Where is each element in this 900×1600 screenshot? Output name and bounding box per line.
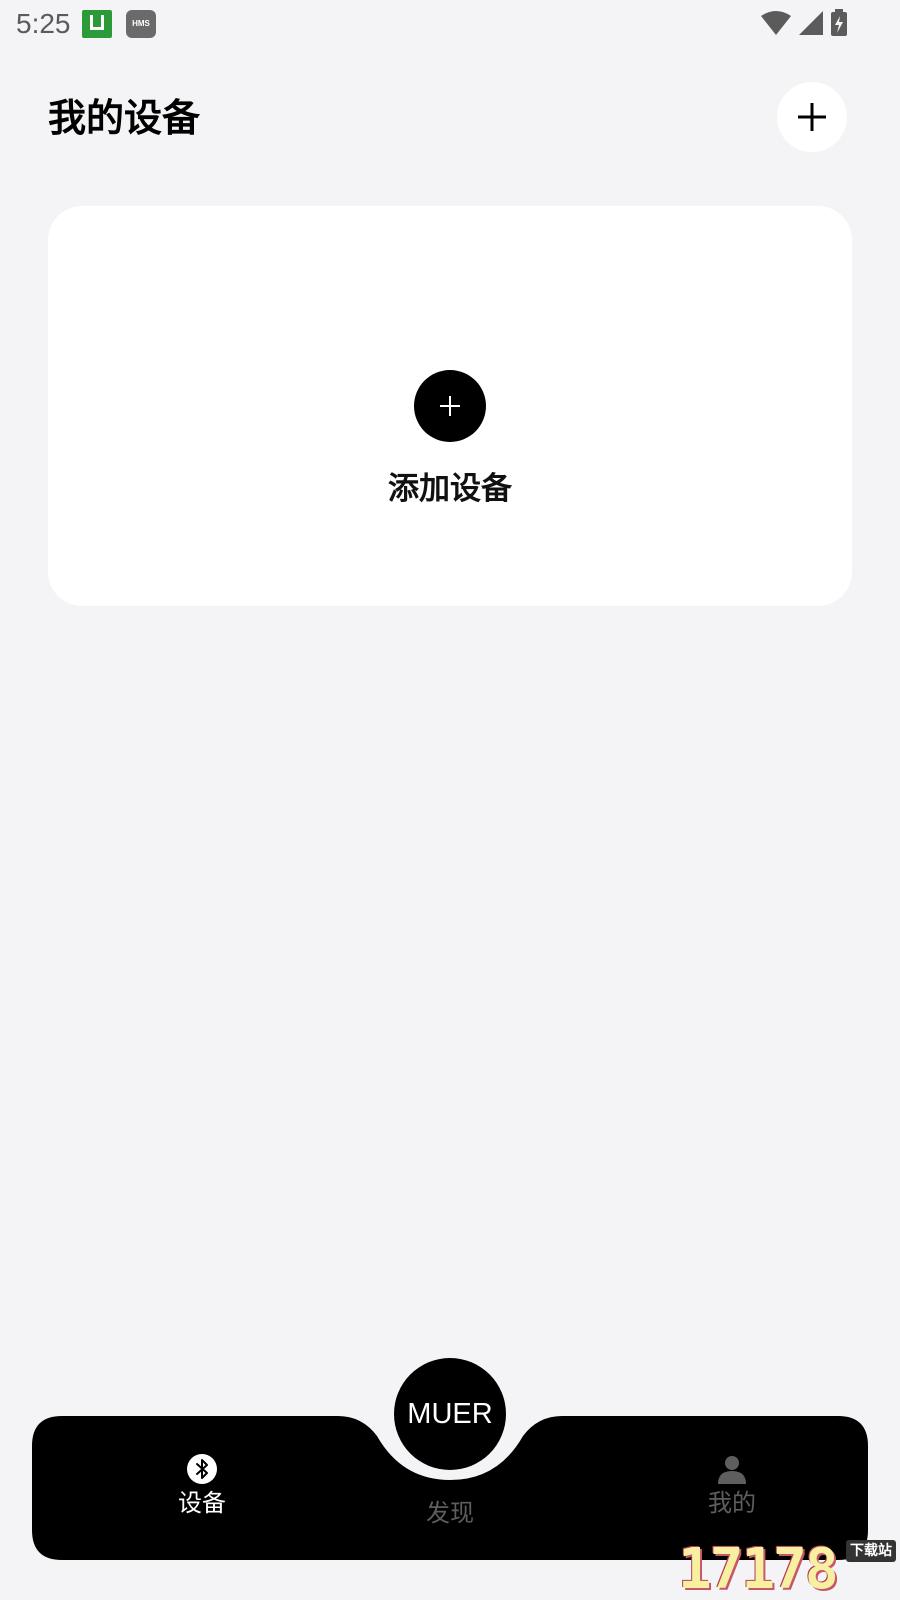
plus-icon [798,103,826,131]
nav-label-mine: 我的 [708,1489,756,1517]
signal-icon [799,11,823,35]
add-device-card[interactable]: 添加设备 [48,206,852,606]
app-u-icon [82,10,112,38]
bluetooth-icon [187,1454,217,1484]
add-device-label: 添加设备 [388,471,512,507]
status-time: 5:25 [16,8,71,39]
nav-label-devices: 设备 [178,1489,226,1517]
watermark-tag: 下载站 [846,1540,896,1562]
nav-item-mine[interactable]: 我的 [672,1454,792,1518]
nav-label-discover: 发现 [426,1499,474,1527]
watermark-logo: 17178 下载站 [678,1540,900,1600]
bottom-nav: MUER 设备 发现 我的 [32,1332,868,1560]
wifi-icon [761,11,791,35]
watermark-number: 17178 [678,1537,839,1600]
hms-icon: HMS [126,10,156,38]
nav-item-discover[interactable]: 发现 [390,1494,510,1528]
brand-center-button[interactable]: MUER [394,1358,506,1470]
battery-charging-icon [831,9,847,36]
nav-item-devices[interactable]: 设备 [142,1454,262,1518]
add-device-button[interactable] [414,370,486,442]
header-add-button[interactable] [777,82,847,152]
status-indicators [760,9,848,37]
plus-icon [440,396,460,416]
status-bar: 5:25 HMS [0,0,900,48]
person-icon [718,1456,746,1484]
page-title: 我的设备 [48,96,201,140]
